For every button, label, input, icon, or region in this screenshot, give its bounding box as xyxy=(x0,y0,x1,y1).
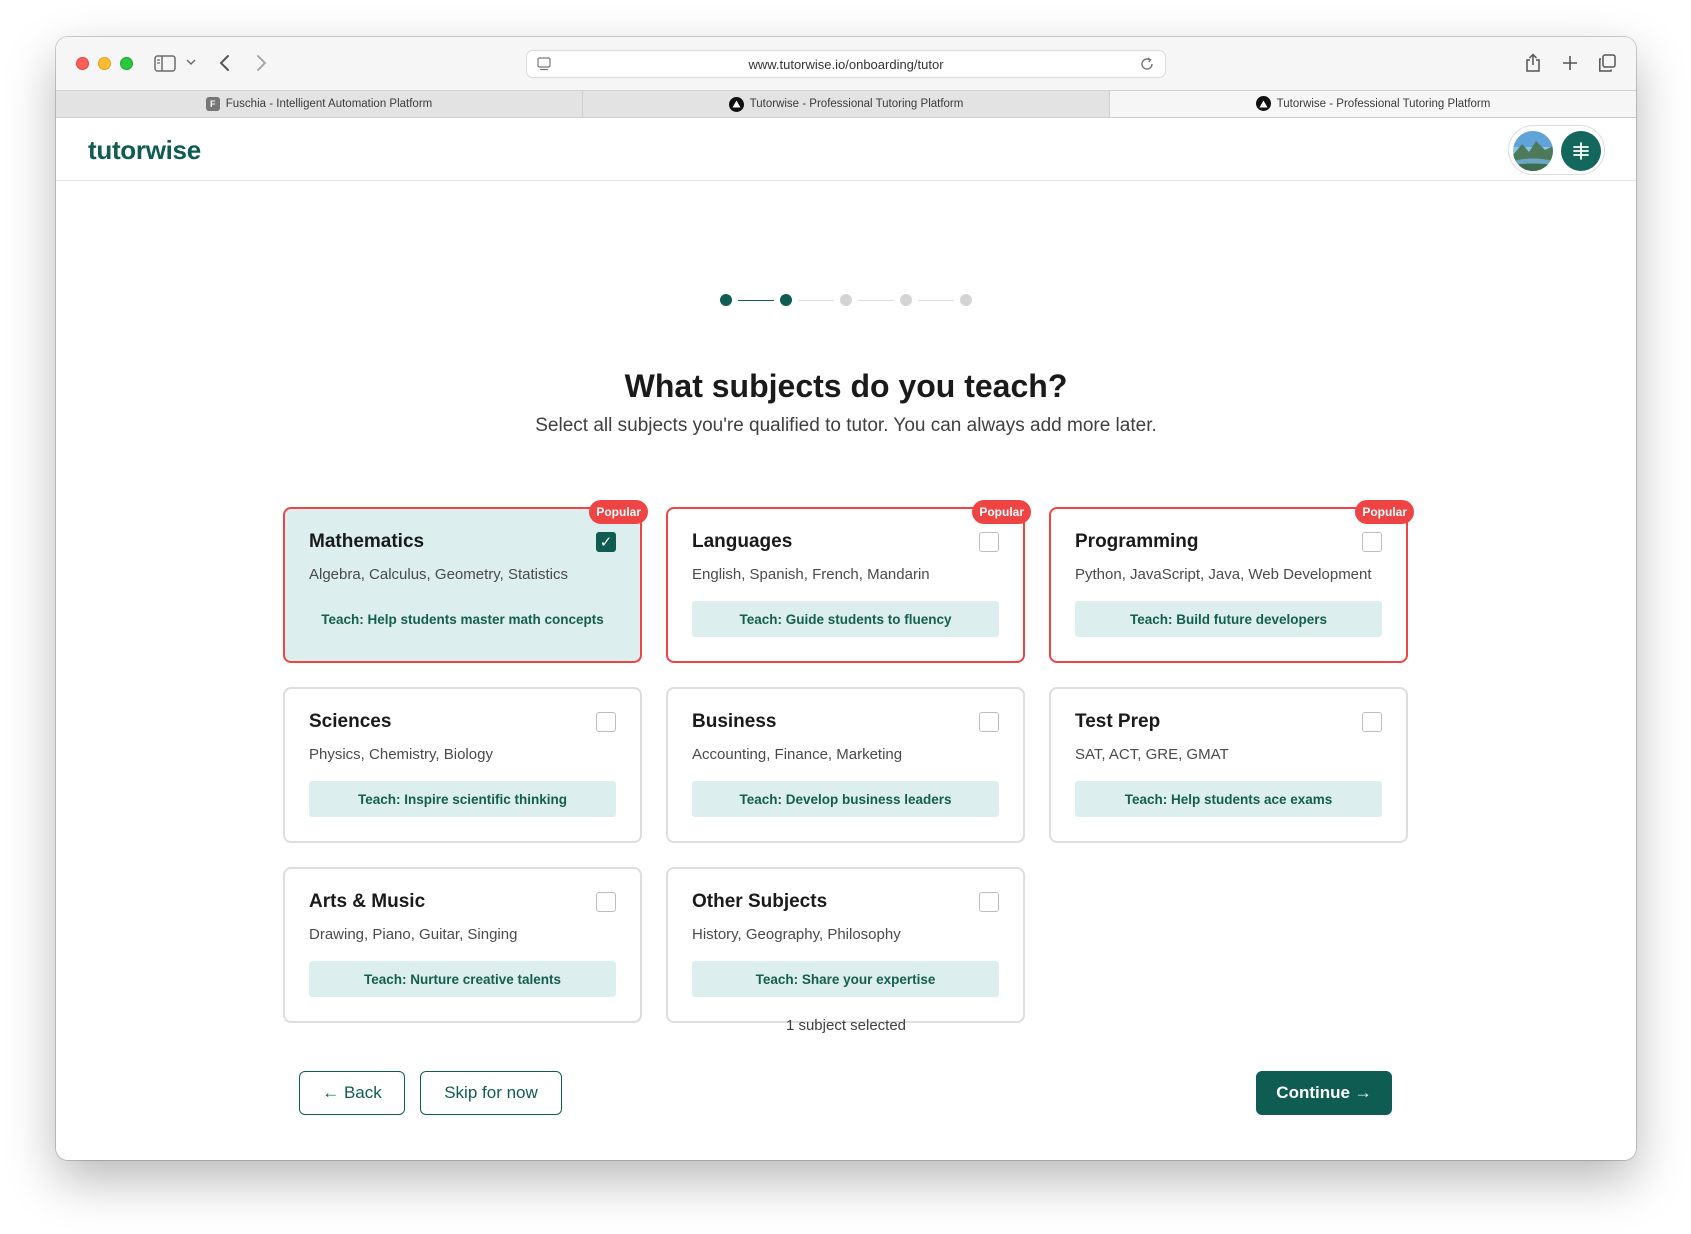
selection-count: 1 subject selected xyxy=(785,1017,907,1034)
step-dot xyxy=(900,294,912,306)
subject-title: Languages xyxy=(692,531,793,552)
forward-arrow-icon[interactable] xyxy=(250,51,272,75)
step-dot xyxy=(960,294,972,306)
browser-tab-label: Fuschia - Intelligent Automation Platfor… xyxy=(225,98,433,110)
subject-teach-banner: Teach: Share your expertise xyxy=(692,961,999,997)
browser-tab-bar: F Fuschia - Intelligent Automation Platf… xyxy=(56,90,1636,118)
step-connector xyxy=(738,299,774,301)
page-title: What subjects do you teach? xyxy=(624,368,1068,404)
subject-card-other[interactable]: Other Subjects History, Geography, Philo… xyxy=(666,867,1025,1023)
subject-checkbox[interactable] xyxy=(979,712,999,732)
subject-checkbox[interactable] xyxy=(1362,532,1382,552)
back-arrow-icon[interactable] xyxy=(214,51,236,75)
traffic-lights xyxy=(76,57,133,70)
menu-icon[interactable] xyxy=(1561,131,1601,171)
subject-title: Mathematics xyxy=(309,531,425,552)
subject-checkbox[interactable]: ✓ xyxy=(596,532,616,552)
browser-tab-tutorwise-active[interactable]: Tutorwise - Professional Tutoring Platfo… xyxy=(1110,91,1636,117)
page-settings-icon[interactable] xyxy=(537,57,551,71)
browser-tab-tutorwise[interactable]: Tutorwise - Professional Tutoring Platfo… xyxy=(583,91,1110,117)
subject-description: Algebra, Calculus, Geometry, Statistics xyxy=(309,566,568,583)
subject-card-programming[interactable]: Popular Programming Python, JavaScript, … xyxy=(1049,500,1414,663)
popular-badge: Popular xyxy=(589,500,648,524)
step-connector xyxy=(918,299,954,301)
subject-description: Physics, Chemistry, Biology xyxy=(309,746,493,763)
subject-title: Sciences xyxy=(309,711,392,732)
avatar[interactable] xyxy=(1513,131,1553,171)
new-tab-icon[interactable] xyxy=(1559,51,1581,75)
share-icon[interactable] xyxy=(1522,51,1544,75)
zoom-window-button[interactable] xyxy=(120,57,133,70)
tab-overview-icon[interactable] xyxy=(1596,51,1618,75)
step-dot xyxy=(840,294,852,306)
subject-teach-banner: Teach: Guide students to fluency xyxy=(692,601,999,637)
subject-checkbox[interactable] xyxy=(596,712,616,732)
subject-teach-banner: Teach: Help students ace exams xyxy=(1075,781,1382,817)
back-button[interactable]: ← Back xyxy=(299,1071,405,1115)
subject-description: Drawing, Piano, Guitar, Singing xyxy=(309,926,518,943)
subject-card-test-prep[interactable]: Test Prep SAT, ACT, GRE, GMAT Teach: Hel… xyxy=(1049,687,1408,843)
subject-card-languages[interactable]: Popular Languages English, Spanish, Fren… xyxy=(666,500,1031,663)
address-bar[interactable]: www.tutorwise.io/onboarding/tutor xyxy=(526,50,1166,78)
chevron-down-icon[interactable] xyxy=(184,55,198,69)
subject-description: SAT, ACT, GRE, GMAT xyxy=(1075,746,1229,763)
page-content: tutorwise What subjects do you teach? Se… xyxy=(56,118,1636,1160)
popular-badge: Popular xyxy=(1355,500,1414,524)
tutorwise-favicon-icon xyxy=(1255,96,1271,111)
subject-title: Other Subjects xyxy=(692,891,828,912)
tutorwise-favicon-icon xyxy=(728,96,744,112)
subject-teach-banner: Teach: Nurture creative talents xyxy=(309,961,616,997)
subject-description: History, Geography, Philosophy xyxy=(692,926,901,943)
subject-checkbox[interactable] xyxy=(979,892,999,912)
sidebar-toggle-icon[interactable] xyxy=(153,54,177,72)
step-dot xyxy=(780,294,792,306)
minimize-window-button[interactable] xyxy=(98,57,111,70)
subject-checkbox[interactable] xyxy=(596,892,616,912)
subject-teach-banner: Teach: Help students master math concept… xyxy=(321,611,604,627)
popular-badge: Popular xyxy=(972,500,1031,524)
step-dot xyxy=(720,294,732,306)
app-header: tutorwise xyxy=(56,118,1636,181)
reload-icon[interactable] xyxy=(1139,56,1155,72)
subject-card-sciences[interactable]: Sciences Physics, Chemistry, Biology Tea… xyxy=(283,687,642,843)
subject-teach-banner: Teach: Develop business leaders xyxy=(692,781,999,817)
subject-checkbox[interactable] xyxy=(979,532,999,552)
continue-button[interactable]: Continue → xyxy=(1256,1071,1392,1115)
browser-tab-fuschia[interactable]: F Fuschia - Intelligent Automation Platf… xyxy=(56,91,583,117)
subject-teach-banner: Teach: Build future developers xyxy=(1075,601,1382,637)
page-subtitle: Select all subjects you're qualified to … xyxy=(535,415,1157,436)
step-connector xyxy=(858,299,894,301)
subject-title: Arts & Music xyxy=(309,891,426,912)
subject-description: Accounting, Finance, Marketing xyxy=(692,746,903,763)
browser-tab-label: Tutorwise - Professional Tutoring Platfo… xyxy=(1276,97,1491,110)
subject-card-mathematics[interactable]: Popular Mathematics ✓ Algebra, Calculus,… xyxy=(283,500,648,663)
subject-title: Test Prep xyxy=(1075,711,1161,732)
browser-toolbar: www.tutorwise.io/onboarding/tutor xyxy=(56,37,1636,90)
step-connector xyxy=(798,299,834,301)
subject-checkbox[interactable] xyxy=(1362,712,1382,732)
skip-button[interactable]: Skip for now xyxy=(420,1071,562,1115)
onboarding-stepper xyxy=(720,294,980,306)
subject-title: Business xyxy=(692,711,777,732)
check-icon: ✓ xyxy=(599,534,613,551)
browser-window: www.tutorwise.io/onboarding/tutor F Fusc… xyxy=(56,37,1636,1160)
tutorwise-logo[interactable]: tutorwise xyxy=(88,135,201,166)
subject-teach-banner: Teach: Inspire scientific thinking xyxy=(309,781,616,817)
subject-card-arts-music[interactable]: Arts & Music Drawing, Piano, Guitar, Sin… xyxy=(283,867,642,1023)
subject-description: English, Spanish, French, Mandarin xyxy=(692,566,930,583)
subject-card-business[interactable]: Business Accounting, Finance, Marketing … xyxy=(666,687,1025,843)
browser-tab-label: Tutorwise - Professional Tutoring Platfo… xyxy=(749,98,964,110)
url-text: www.tutorwise.io/onboarding/tutor xyxy=(748,56,944,72)
fuschia-favicon-icon: F xyxy=(205,97,220,111)
user-menu[interactable] xyxy=(1508,125,1605,175)
subject-description: Python, JavaScript, Java, Web Developmen… xyxy=(1075,566,1372,583)
close-window-button[interactable] xyxy=(76,57,89,70)
subject-title: Programming xyxy=(1075,531,1199,552)
